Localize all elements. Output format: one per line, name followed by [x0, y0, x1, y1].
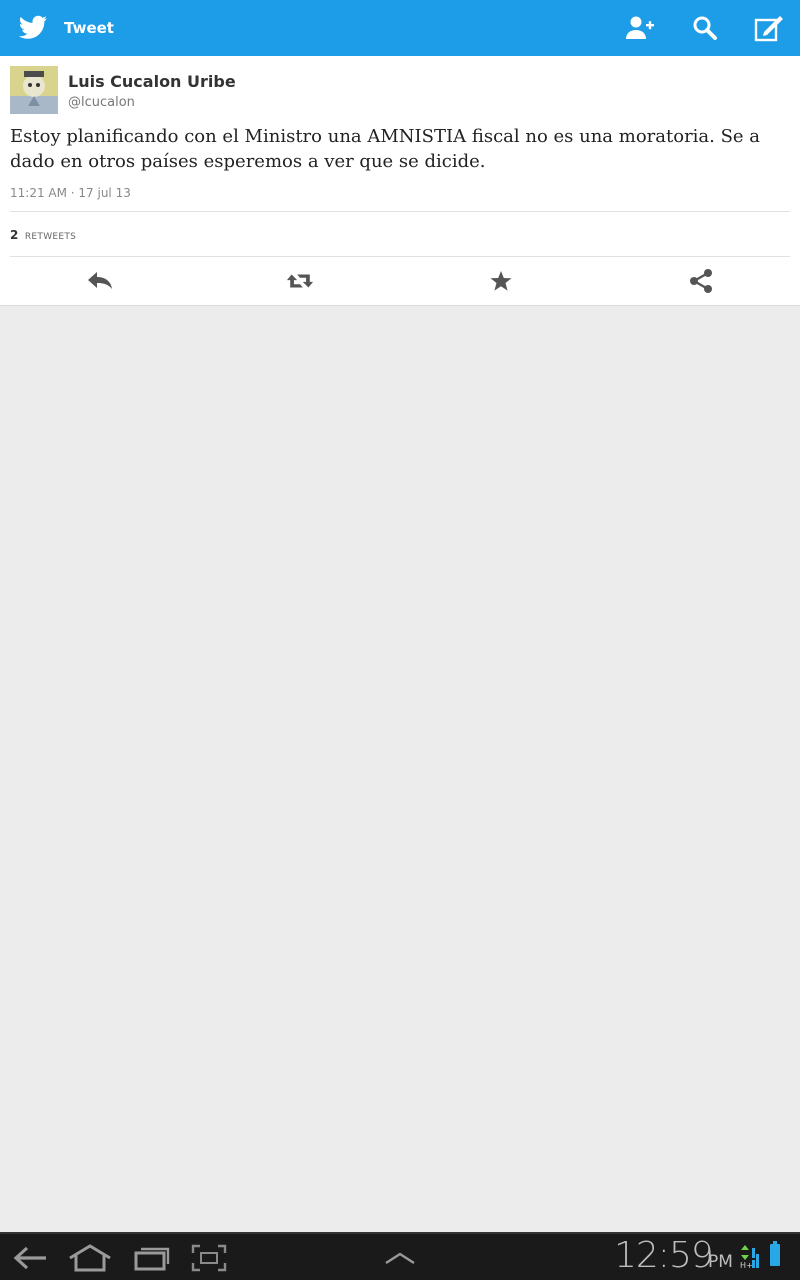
retweet-count: 2: [10, 228, 19, 242]
avatar[interactable]: [10, 66, 58, 114]
tweet-card: Luis Cucalon Uribe @lcucalon Estoy plani…: [0, 56, 800, 306]
tweet-timestamp: 11:21 AM · 17 jul 13: [10, 186, 131, 200]
twitter-bird-icon[interactable]: [18, 14, 48, 42]
retweet-stats[interactable]: 2 RETWEETS: [10, 228, 76, 242]
search-icon: [693, 16, 717, 40]
add-user-icon: [626, 16, 654, 39]
recent-apps-button[interactable]: [132, 1242, 172, 1274]
home-button[interactable]: [66, 1242, 114, 1274]
retweet-icon: [286, 274, 314, 288]
svg-text:H+: H+: [740, 1261, 753, 1270]
signal-icon: H+: [740, 1244, 762, 1274]
retweet-button[interactable]: [286, 267, 314, 295]
author-handle[interactable]: @lcucalon: [68, 95, 135, 110]
compose-icon: [754, 16, 783, 42]
reply-button[interactable]: [86, 267, 114, 295]
battery-icon: [770, 1241, 780, 1266]
author-name[interactable]: Luis Cucalon Uribe: [68, 72, 236, 91]
search-button[interactable]: [689, 12, 721, 44]
reply-icon: [88, 272, 112, 289]
home-icon: [69, 1244, 111, 1272]
back-button[interactable]: [12, 1242, 50, 1274]
divider: [10, 211, 790, 212]
back-icon: [13, 1246, 46, 1270]
retweet-label: RETWEETS: [24, 232, 77, 242]
menu-up-icon: [385, 1252, 415, 1265]
app-bar: Tweet: [0, 0, 800, 56]
tweet-actions: [0, 257, 800, 305]
share-button[interactable]: [687, 267, 715, 295]
page-title: Tweet: [64, 19, 114, 37]
system-navigation-bar: 12:59 PM H+: [0, 1232, 800, 1280]
favorite-button[interactable]: [487, 267, 515, 295]
add-user-button[interactable]: [624, 12, 656, 44]
favorite-icon: [490, 271, 512, 291]
screenshot-button[interactable]: [190, 1242, 228, 1274]
recent-apps-icon: [134, 1247, 170, 1271]
compose-button[interactable]: [753, 12, 785, 44]
menu-up-button[interactable]: [382, 1242, 418, 1274]
status-clock: 12:59: [614, 1235, 714, 1276]
tweet-text: Estoy planificando con el Ministro una A…: [10, 126, 761, 172]
status-ampm: PM: [708, 1252, 733, 1272]
screenshot-icon: [191, 1244, 227, 1272]
share-icon: [690, 269, 712, 293]
